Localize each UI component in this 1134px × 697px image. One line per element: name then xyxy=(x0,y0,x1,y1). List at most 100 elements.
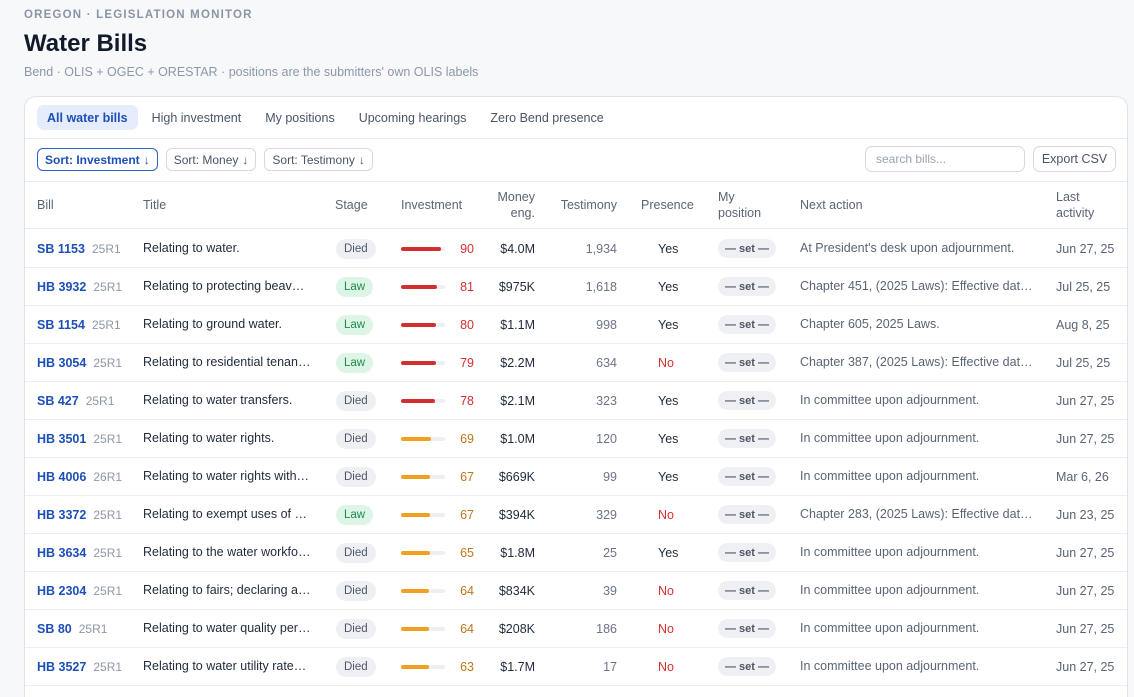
tab-high-investment[interactable]: High investment xyxy=(142,105,252,130)
set-position-button[interactable]: — set — xyxy=(718,581,777,600)
set-position-button[interactable]: — set — xyxy=(718,429,777,448)
bill-link[interactable]: HB 3932 25R1 xyxy=(37,268,122,305)
bill-title: Relating to water utility ratepayer prot… xyxy=(143,659,311,673)
investment-bar xyxy=(401,588,445,593)
bill-link[interactable]: HB 3372 25R1 xyxy=(37,496,122,533)
my-position-cell: — set — xyxy=(718,382,777,419)
arrow-down-icon: ↓ xyxy=(143,152,150,167)
set-position-button[interactable]: — set — xyxy=(718,505,777,524)
stage-badge: Died xyxy=(336,542,376,563)
bill-link[interactable]: HB 2304 25R1 xyxy=(37,572,122,609)
bill-link[interactable]: SB 1154 25R1 xyxy=(37,306,121,343)
investment-score: 90 xyxy=(460,241,474,256)
table-row[interactable]: SB 427 25R1 Relating to water transfers. Di… xyxy=(25,382,1127,420)
search-input[interactable] xyxy=(865,146,1025,172)
bill-link[interactable]: HB 4006 26R1 xyxy=(37,458,122,495)
investment-bar xyxy=(401,664,445,669)
set-position-button[interactable]: — set — xyxy=(718,657,777,676)
my-position-cell: — set — xyxy=(718,648,777,685)
sort-investment-button[interactable]: Sort: Investment ↓ xyxy=(37,148,158,171)
page-title: Water Bills xyxy=(24,30,148,57)
bill-link[interactable]: HB 3527 25R1 xyxy=(37,648,122,685)
table-header: Bill Title Stage Investment Money eng. T… xyxy=(25,181,1127,229)
presence-value: Yes xyxy=(658,431,679,446)
table-row[interactable]: SB 80 25R1 Relating to water quality permi… xyxy=(25,610,1127,648)
bill-link[interactable]: SB 1153 25R1 xyxy=(37,230,121,267)
col-bill[interactable]: Bill xyxy=(37,197,54,213)
table-row[interactable]: HB 3054 25R1 Relating to residential tenan… xyxy=(25,344,1127,382)
set-position-button[interactable]: — set — xyxy=(718,239,777,258)
bill-link[interactable]: HB 3054 25R1 xyxy=(37,344,122,381)
tab-upcoming-hearings[interactable]: Upcoming hearings xyxy=(349,105,477,130)
stage-cell: Died xyxy=(336,230,376,267)
bill-id: HB 3372 xyxy=(37,507,87,522)
sort-money-button[interactable]: Sort: Money ↓ xyxy=(165,148,257,171)
investment-cell: 64 xyxy=(401,572,474,609)
table-row[interactable]: HB 3932 25R1 Relating to protecting beaver… xyxy=(25,268,1127,306)
tab-all-water-bills[interactable]: All water bills xyxy=(37,105,138,130)
col-my-position[interactable]: My position xyxy=(718,189,761,221)
table-row[interactable]: HB 3634 25R1 Relating to the water workfor… xyxy=(25,534,1127,572)
col-money[interactable]: Money eng. xyxy=(497,189,535,221)
col-investment[interactable]: Investment xyxy=(401,197,462,213)
col-title[interactable]: Title xyxy=(143,197,166,213)
investment-bar xyxy=(401,322,445,327)
money-value: $1.7M xyxy=(500,659,535,674)
bill-link[interactable]: SB 427 25R1 xyxy=(37,382,114,419)
table-row[interactable]: HB 4006 26R1 Relating to water rights with… xyxy=(25,458,1127,496)
table-row[interactable]: SB 1154 25R1 Relating to ground water. Law 8… xyxy=(25,306,1127,344)
col-testimony[interactable]: Testimony xyxy=(561,197,617,213)
presence-value: No xyxy=(658,355,674,370)
set-position-button[interactable]: — set — xyxy=(718,391,777,410)
testimony-count: 1,618 xyxy=(585,279,617,294)
investment-score: 81 xyxy=(460,279,474,294)
col-next-action[interactable]: Next action xyxy=(800,197,863,213)
presence-cell: Yes xyxy=(658,306,678,343)
bill-session: 25R1 xyxy=(91,241,121,256)
next-action: In committee upon adjournment. xyxy=(800,431,980,445)
investment-score: 63 xyxy=(460,659,474,674)
tab-my-positions[interactable]: My positions xyxy=(255,105,344,130)
my-position-cell: — set — xyxy=(718,610,777,647)
set-position-button[interactable]: — set — xyxy=(718,543,777,562)
investment-score: 64 xyxy=(460,583,474,598)
col-money-line2: eng. xyxy=(510,206,535,220)
presence-value: Yes xyxy=(658,469,679,484)
bill-link[interactable]: HB 3501 25R1 xyxy=(37,420,122,457)
presence-value: No xyxy=(658,583,674,598)
investment-cell: 65 xyxy=(401,534,474,571)
money-value: $975K xyxy=(498,279,535,294)
set-position-button[interactable]: — set — xyxy=(718,619,777,638)
col-stage[interactable]: Stage xyxy=(335,197,368,213)
col-last-activity[interactable]: Last activity xyxy=(1056,189,1094,221)
bill-link[interactable]: HB 3634 25R1 xyxy=(37,534,122,571)
investment-cell: 78 xyxy=(401,382,474,419)
table-row[interactable]: HB 3527 25R1 Relating to water utility rat… xyxy=(25,648,1127,686)
col-position-line2: position xyxy=(718,206,762,220)
stage-badge: Died xyxy=(336,656,376,677)
bill-link[interactable]: SB 80 25R1 xyxy=(37,610,107,647)
table-row[interactable]: SB 1153 25R1 Relating to water. Died 90 $4.0M… xyxy=(25,230,1127,268)
tab-zero-bend-presence[interactable]: Zero Bend presence xyxy=(480,105,613,130)
set-position-button[interactable]: — set — xyxy=(718,277,777,296)
testimony-count: 1,934 xyxy=(585,241,617,256)
table-row[interactable]: HB 3372 25R1 Relating to exempt uses of wa… xyxy=(25,496,1127,534)
investment-score: 67 xyxy=(460,469,474,484)
testimony-count: 39 xyxy=(603,583,617,598)
set-position-button[interactable]: — set — xyxy=(718,467,777,486)
investment-bar xyxy=(401,398,445,403)
arrow-down-icon: ↓ xyxy=(242,152,249,167)
export-csv-button[interactable]: Export CSV xyxy=(1033,146,1116,172)
set-position-button[interactable]: — set — xyxy=(718,353,777,372)
stage-cell: Law xyxy=(336,344,374,381)
table-row[interactable]: HB 2304 25R1 Relating to fairs; declaring … xyxy=(25,572,1127,610)
col-presence[interactable]: Presence xyxy=(641,197,694,213)
investment-cell: 64 xyxy=(401,610,474,647)
sort-testimony-button[interactable]: Sort: Testimony ↓ xyxy=(264,148,373,171)
next-action: Chapter 387, (2025 Laws): Effective date… xyxy=(800,355,1036,369)
my-position-cell: — set — xyxy=(718,268,777,305)
presence-cell: No xyxy=(658,648,674,685)
set-position-button[interactable]: — set — xyxy=(718,315,777,334)
table-row[interactable]: HB 3501 25R1 Relating to water rights. Died… xyxy=(25,420,1127,458)
bill-title: Relating to ground water. xyxy=(143,317,282,331)
